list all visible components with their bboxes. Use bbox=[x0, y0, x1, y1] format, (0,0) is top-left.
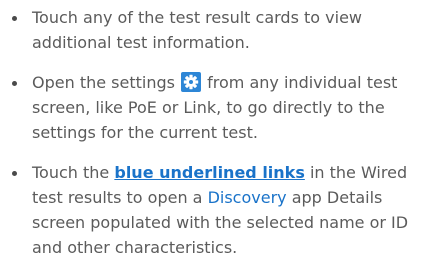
gear-icon bbox=[181, 72, 202, 92]
tip-text-before: Touch the bbox=[32, 163, 110, 182]
bullet-icon bbox=[12, 171, 17, 176]
discovery-link[interactable]: Discovery bbox=[208, 188, 287, 207]
tip-item-result-cards: Touch any of the test result cards to vi… bbox=[0, 5, 425, 55]
tip-item-links: Touch the blue underlined links in the W… bbox=[0, 160, 425, 260]
tip-text: Touch any of the test result cards to vi… bbox=[32, 8, 362, 52]
tip-item-settings: Open the settings from any individual te… bbox=[0, 70, 425, 145]
bullet-icon bbox=[12, 81, 17, 86]
tips-list: Touch any of the test result cards to vi… bbox=[0, 5, 425, 260]
blue-underlined-links-link[interactable]: blue underlined links bbox=[114, 163, 304, 182]
tip-text-before: Open the settings bbox=[32, 73, 175, 92]
bullet-icon bbox=[12, 16, 17, 21]
